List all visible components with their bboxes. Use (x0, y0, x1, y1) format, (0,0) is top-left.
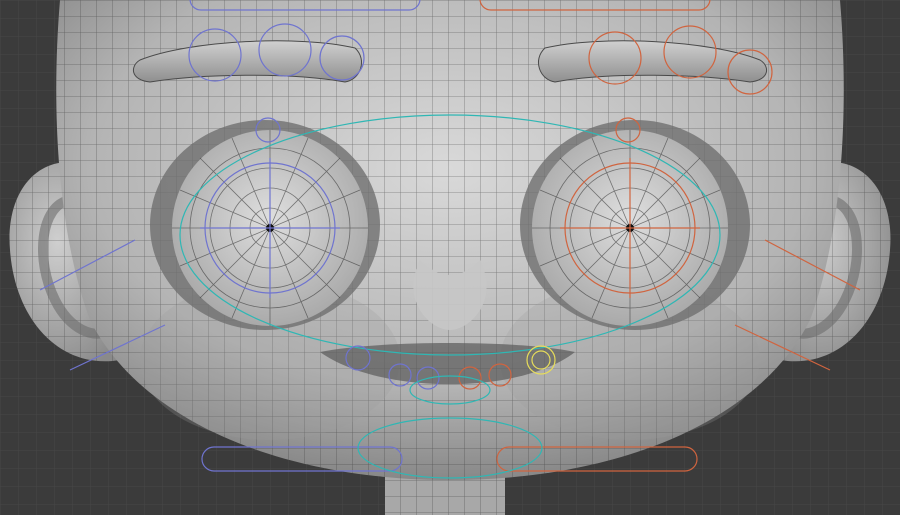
viewport-canvas[interactable] (0, 0, 900, 515)
3d-viewport[interactable] (0, 0, 900, 515)
